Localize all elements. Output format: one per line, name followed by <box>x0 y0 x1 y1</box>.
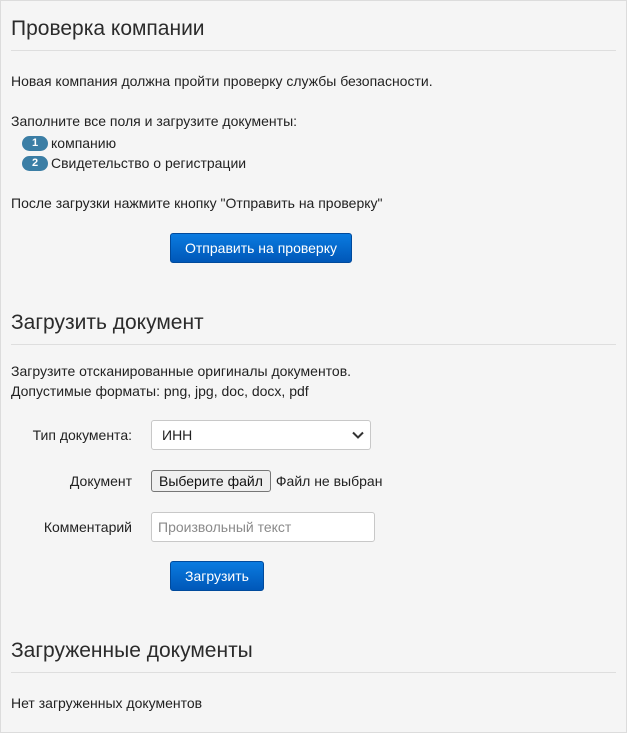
file-status: Файл не выбран <box>275 473 383 489</box>
step-label: Свидетельство о регистрации <box>51 155 247 171</box>
uploaded-title: Загруженные документы <box>11 591 616 673</box>
step-badge: 1 <box>22 135 48 151</box>
upload-description: Загрузите отсканированные оригиналы доку… <box>11 361 616 401</box>
step-item: 1 компанию <box>22 133 616 153</box>
upload-button-wrap: Загрузить <box>11 561 616 591</box>
uploaded-section: Загруженные документы Нет загруженных до… <box>1 591 626 713</box>
submit-for-review-button[interactable]: Отправить на проверку <box>170 233 353 263</box>
no-documents-text: Нет загруженных документов <box>11 695 203 711</box>
verify-title: Проверка компании <box>11 1 616 51</box>
step-item: 2 Свидетельство о регистрации <box>22 153 616 173</box>
steps-list: 1 компанию 2 Свидетельство о регистрации <box>22 133 616 173</box>
document-label: Документ <box>69 473 132 489</box>
upload-button[interactable]: Загрузить <box>170 561 264 591</box>
chevron-down-icon <box>352 428 364 442</box>
choose-file-button[interactable]: Выберите файл <box>151 470 271 492</box>
doc-type-label: Тип документа: <box>32 427 132 443</box>
submit-button-wrap: Отправить на проверку <box>11 233 616 263</box>
comment-label: Комментарий <box>43 519 132 535</box>
upload-title: Загрузить документ <box>11 263 616 345</box>
comment-row: Комментарий Произвольный текст <box>11 512 616 542</box>
page: Проверка компании Новая компания должна … <box>0 0 627 733</box>
after-instruction: После загрузки нажмите кнопку "Отправить… <box>11 195 383 211</box>
upload-desc-line2: Допустимые форматы: png, jpg, doc, docx,… <box>11 383 309 399</box>
comment-placeholder: Произвольный текст <box>158 519 292 535</box>
verify-intro: Новая компания должна пройти проверку сл… <box>11 73 433 89</box>
doc-type-row: Тип документа: ИНН <box>11 420 616 450</box>
document-row: Документ Выберите файл Файл не выбран <box>11 470 616 492</box>
upload-section: Загрузить документ Загрузите отсканирова… <box>1 263 626 591</box>
step-badge: 2 <box>22 155 48 171</box>
doc-type-value: ИНН <box>162 427 193 443</box>
step-label: компанию <box>51 135 117 151</box>
verify-section: Проверка компании Новая компания должна … <box>1 1 626 263</box>
upload-desc-line1: Загрузите отсканированные оригиналы доку… <box>11 363 352 379</box>
fill-instruction: Заполните все поля и загрузите документы… <box>11 113 298 129</box>
comment-input[interactable]: Произвольный текст <box>151 512 375 542</box>
upload-form: Тип документа: ИНН Документ Выберите фай… <box>11 420 616 591</box>
doc-type-select[interactable]: ИНН <box>151 420 371 450</box>
